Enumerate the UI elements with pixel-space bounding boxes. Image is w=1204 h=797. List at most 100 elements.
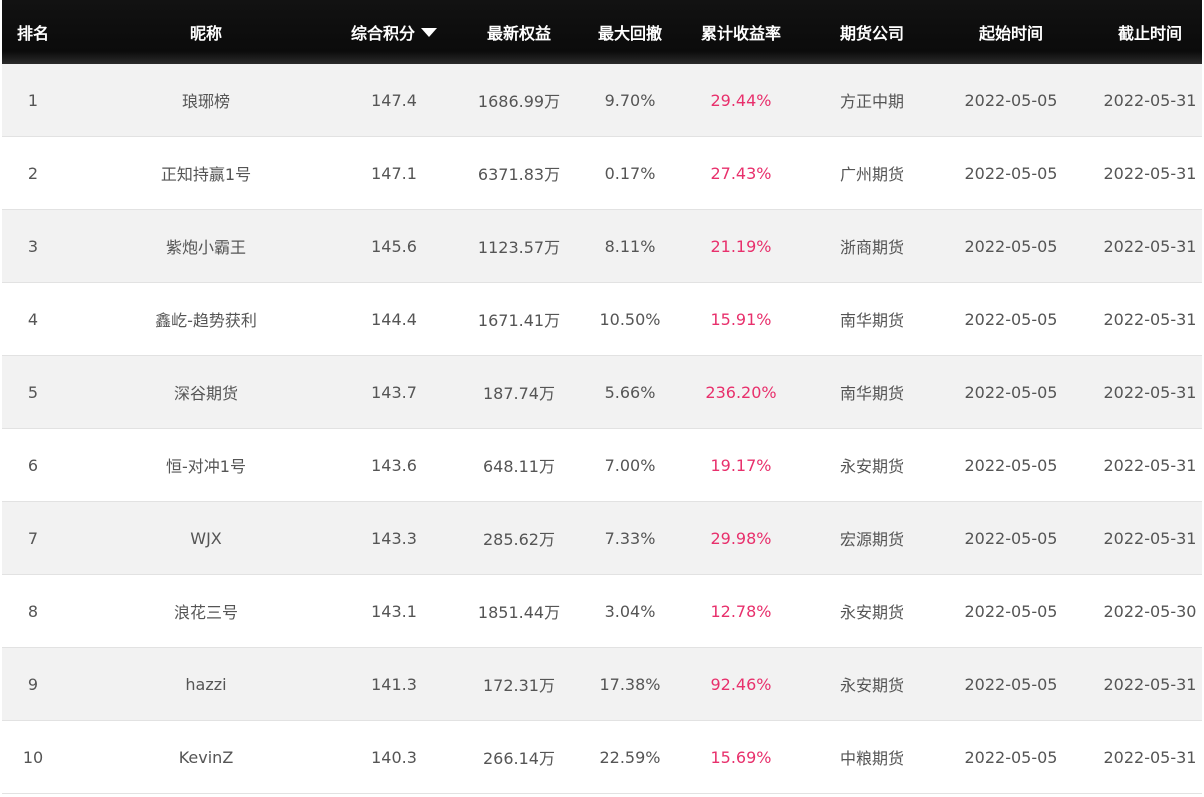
- cell-drawdown: 0.17%: [604, 163, 656, 183]
- cell-return: 27.43%: [710, 163, 772, 183]
- cell-equity: 6371.83万: [477, 165, 561, 184]
- cell-return: 29.44%: [710, 90, 772, 110]
- cell-nickname: 鑫屹-趋势获利: [155, 311, 257, 330]
- cell-rank: 2: [27, 163, 39, 183]
- cell-rank: 3: [27, 236, 39, 256]
- cell-company: 浙商期货: [839, 238, 904, 257]
- column-header-start[interactable]: 起始时间: [924, 20, 1098, 44]
- cell-equity: 1686.99万: [477, 92, 561, 111]
- cell-return: 92.46%: [710, 674, 772, 694]
- cell-score: 147.4: [371, 90, 417, 110]
- cell-rank: 6: [27, 455, 39, 475]
- cell-start: 2022-05-05: [964, 163, 1058, 183]
- column-header-score[interactable]: 综合积分: [348, 20, 440, 44]
- table-row[interactable]: 5 深谷期货 143.7 187.74万 5.66% 236.20% 南华期货 2022-05…: [2, 356, 1202, 429]
- cell-equity: 266.14万: [483, 749, 555, 768]
- cell-rank: 4: [27, 309, 39, 329]
- cell-nickname: 琅琊榜: [181, 92, 230, 111]
- cell-start: 2022-05-05: [964, 747, 1058, 767]
- cell-company: 中粮期货: [839, 749, 904, 768]
- cell-start: 2022-05-05: [964, 309, 1058, 329]
- table-row[interactable]: 9 hazzi 141.3 172.31万 17.38% 92.46% 永安期货 2022-0…: [2, 648, 1202, 721]
- sort-desc-icon[interactable]: [421, 27, 437, 37]
- cell-end: 2022-05-30: [1103, 601, 1197, 621]
- cell-end: 2022-05-31: [1103, 90, 1197, 110]
- table-row[interactable]: 10 KevinZ 140.3 266.14万 22.59% 15.69% 中粮期货 2022…: [2, 721, 1202, 794]
- cell-score: 147.1: [371, 163, 417, 183]
- cell-equity: 1123.57万: [477, 238, 561, 257]
- cell-score: 143.7: [371, 382, 417, 402]
- cell-return: 15.69%: [710, 747, 772, 767]
- cell-end: 2022-05-31: [1103, 747, 1197, 767]
- cell-end: 2022-05-31: [1103, 163, 1197, 183]
- cell-company: 永安期货: [839, 603, 904, 622]
- column-header-return[interactable]: 累计收益率: [662, 20, 820, 44]
- cell-return: 19.17%: [710, 455, 772, 475]
- cell-score: 145.6: [371, 236, 417, 256]
- table-row[interactable]: 3 紫炮小霸王 145.6 1123.57万 8.11% 21.19% 浙商期货 2022-0…: [2, 210, 1202, 283]
- cell-return: 29.98%: [710, 528, 772, 548]
- cell-score: 143.3: [371, 528, 417, 548]
- column-header-nickname[interactable]: 昵称: [64, 20, 348, 44]
- table-body: 1 琅琊榜 147.4 1686.99万 9.70% 29.44% 方正中期 2022-05-…: [2, 64, 1202, 794]
- cell-equity: 172.31万: [483, 676, 555, 695]
- cell-equity: 1671.41万: [477, 311, 561, 330]
- cell-equity: 648.11万: [483, 457, 555, 476]
- column-header-end[interactable]: 截止时间: [1098, 20, 1202, 44]
- cell-company: 永安期货: [839, 676, 904, 695]
- cell-drawdown: 7.00%: [604, 455, 656, 475]
- cell-nickname: WJX: [190, 528, 222, 548]
- cell-start: 2022-05-05: [964, 382, 1058, 402]
- cell-end: 2022-05-31: [1103, 528, 1197, 548]
- cell-nickname: 深谷期货: [173, 384, 238, 403]
- cell-rank: 7: [27, 528, 39, 548]
- table-row[interactable]: 6 恒-对冲1号 143.6 648.11万 7.00% 19.17% 永安期货 2022-0…: [2, 429, 1202, 502]
- cell-equity: 285.62万: [483, 530, 555, 549]
- cell-start: 2022-05-05: [964, 528, 1058, 548]
- cell-return: 21.19%: [710, 236, 772, 256]
- cell-company: 南华期货: [839, 384, 904, 403]
- cell-company: 方正中期: [839, 92, 904, 111]
- cell-score: 143.1: [371, 601, 417, 621]
- cell-drawdown: 10.50%: [599, 309, 661, 329]
- cell-equity: 187.74万: [483, 384, 555, 403]
- table-row[interactable]: 4 鑫屹-趋势获利 144.4 1671.41万 10.50% 15.91% 南华期货 202…: [2, 283, 1202, 356]
- cell-drawdown: 8.11%: [604, 236, 656, 256]
- table-row[interactable]: 8 浪花三号 143.1 1851.44万 3.04% 12.78% 永安期货 2022-05…: [2, 575, 1202, 648]
- cell-nickname: 浪花三号: [173, 603, 238, 622]
- column-header-rank[interactable]: 排名: [2, 20, 64, 44]
- cell-end: 2022-05-31: [1103, 236, 1197, 256]
- cell-start: 2022-05-05: [964, 90, 1058, 110]
- cell-end: 2022-05-31: [1103, 455, 1197, 475]
- cell-start: 2022-05-05: [964, 601, 1058, 621]
- cell-drawdown: 17.38%: [599, 674, 661, 694]
- cell-company: 永安期货: [839, 457, 904, 476]
- cell-end: 2022-05-31: [1103, 674, 1197, 694]
- cell-drawdown: 3.04%: [604, 601, 656, 621]
- cell-nickname: 紫炮小霸王: [165, 238, 246, 257]
- cell-score: 143.6: [371, 455, 417, 475]
- table-row[interactable]: 2 正知持赢1号 147.1 6371.83万 0.17% 27.43% 广州期货 2022-…: [2, 137, 1202, 210]
- cell-rank: 9: [27, 674, 39, 694]
- cell-start: 2022-05-05: [964, 236, 1058, 256]
- cell-score: 141.3: [371, 674, 417, 694]
- cell-rank: 8: [27, 601, 39, 621]
- cell-start: 2022-05-05: [964, 455, 1058, 475]
- column-header-drawdown[interactable]: 最大回撤: [598, 20, 662, 44]
- cell-rank: 5: [27, 382, 39, 402]
- table-row[interactable]: 1 琅琊榜 147.4 1686.99万 9.70% 29.44% 方正中期 2022-05-…: [2, 64, 1202, 137]
- cell-score: 140.3: [371, 747, 417, 767]
- cell-rank: 1: [27, 90, 39, 110]
- cell-drawdown: 5.66%: [604, 382, 656, 402]
- cell-drawdown: 22.59%: [599, 747, 661, 767]
- cell-company: 宏源期货: [839, 530, 904, 549]
- cell-return: 12.78%: [710, 601, 772, 621]
- cell-end: 2022-05-31: [1103, 382, 1197, 402]
- table-row[interactable]: 7 WJX 143.3 285.62万 7.33% 29.98% 宏源期货 2022-05-0…: [2, 502, 1202, 575]
- cell-company: 广州期货: [839, 165, 904, 184]
- cell-nickname: 正知持赢1号: [160, 165, 252, 184]
- column-header-company[interactable]: 期货公司: [820, 20, 924, 44]
- column-header-equity[interactable]: 最新权益: [440, 20, 598, 44]
- cell-start: 2022-05-05: [964, 674, 1058, 694]
- cell-end: 2022-05-31: [1103, 309, 1197, 329]
